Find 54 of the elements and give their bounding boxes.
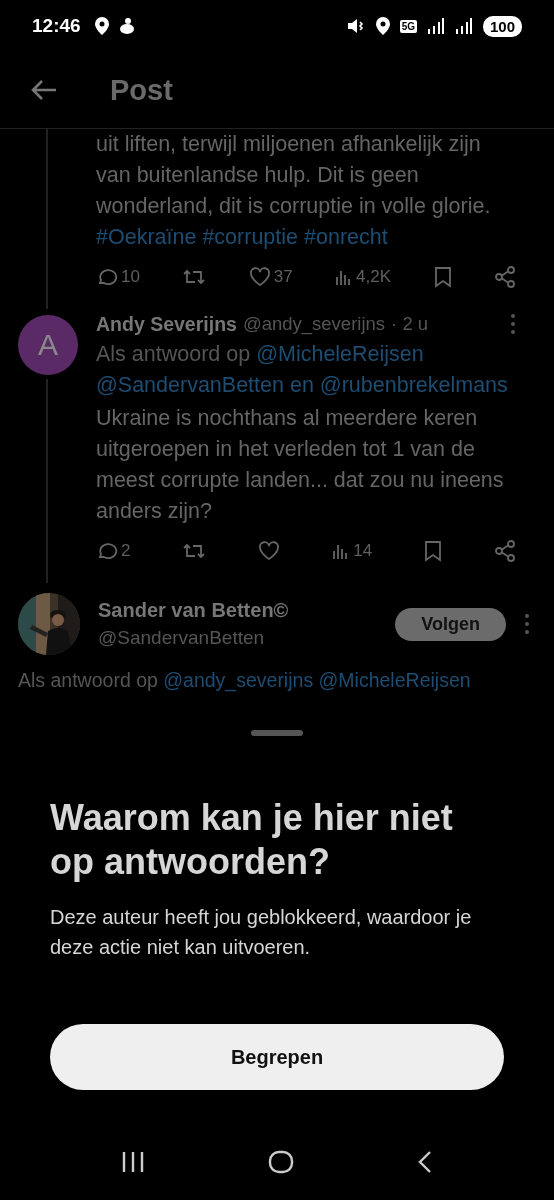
reply-button[interactable]: 2 (96, 541, 131, 561)
hashtag-link[interactable]: #corruptie (202, 222, 298, 253)
back-arrow-icon[interactable] (30, 78, 58, 102)
page-title: Post (110, 73, 173, 107)
sheet-message: Deze auteur heeft jou geblokkeerd, waardoor je deze actie niet kan uitvoeren. (50, 905, 473, 960)
post-text: uit liften, terwijl miljoenen afhankelijk zijn van buitenlandse hulp. Dit is geen wonderland, dit is corruptie in volle glorie. (96, 131, 492, 220)
location-icon (375, 17, 390, 35)
more-options-icon[interactable] (524, 613, 530, 635)
home-icon[interactable] (268, 1150, 294, 1174)
speech-bubble-icon (96, 267, 118, 287)
status-time: 12:46 (32, 15, 81, 37)
sheet-handle[interactable] (251, 730, 303, 736)
share-icon[interactable] (493, 266, 516, 288)
mute-vibrate-icon (345, 17, 366, 35)
speech-bubble-icon (96, 541, 118, 561)
mention-link[interactable]: @andy_severijns (163, 669, 314, 691)
post-text: Ukraine is nochthans al meerdere keren uitgeroepen in het verleden tot 1 van de meest corrupte landen... dat zou nu ineens anders zijn? (96, 405, 505, 525)
mention-link[interactable]: @MicheleReijsen (256, 342, 424, 366)
back-icon[interactable] (416, 1150, 433, 1174)
bookmark-icon[interactable] (433, 266, 452, 288)
hashtag-link[interactable]: #onrecht (304, 222, 388, 253)
mention-link[interactable]: @MicheleReijsen (318, 669, 471, 691)
author-name: Sander van Betten© (98, 598, 290, 623)
views-button[interactable]: 4,2K (335, 267, 392, 287)
like-icon[interactable] (258, 541, 281, 561)
repost-icon[interactable] (182, 541, 207, 561)
follow-button[interactable]: Volgen (395, 607, 506, 641)
share-icon[interactable] (494, 540, 516, 562)
views-button[interactable]: 14 (332, 541, 373, 561)
user-avatar[interactable]: A (18, 315, 78, 375)
recent-apps-icon[interactable] (121, 1151, 146, 1173)
hashtag-link[interactable]: #Oekraïne (96, 222, 197, 253)
confirm-button[interactable]: Begrepen (50, 1024, 504, 1090)
figure-icon (118, 17, 135, 35)
author-handle: @SandervanBetten (98, 626, 266, 650)
more-options-icon[interactable] (510, 313, 516, 335)
user-name: Andy Severijns (96, 312, 237, 337)
signal-icon (426, 18, 445, 34)
sheet-title: Waarom kan je hier niet op antwoorden? (50, 796, 454, 884)
battery-level: 100 (482, 15, 522, 37)
user-handle: @andy_severijns (242, 312, 386, 337)
repost-icon[interactable] (182, 267, 207, 287)
mention-link[interactable]: @SandervanBetten en (96, 373, 314, 397)
post-time: · 2 u (391, 312, 429, 336)
reply-button[interactable]: 10 (96, 267, 140, 287)
location-pin-icon (94, 17, 109, 35)
bookmark-icon[interactable] (424, 540, 443, 562)
reply-label: Als antwoord op (96, 342, 251, 366)
reply-label: Als antwoord op (18, 669, 158, 691)
heart-icon (248, 267, 271, 287)
mention-link[interactable]: @rubenbrekelmans (319, 373, 508, 397)
network-type: 5G (399, 19, 417, 33)
like-button[interactable]: 37 (248, 267, 293, 287)
signal-icon (454, 18, 473, 34)
